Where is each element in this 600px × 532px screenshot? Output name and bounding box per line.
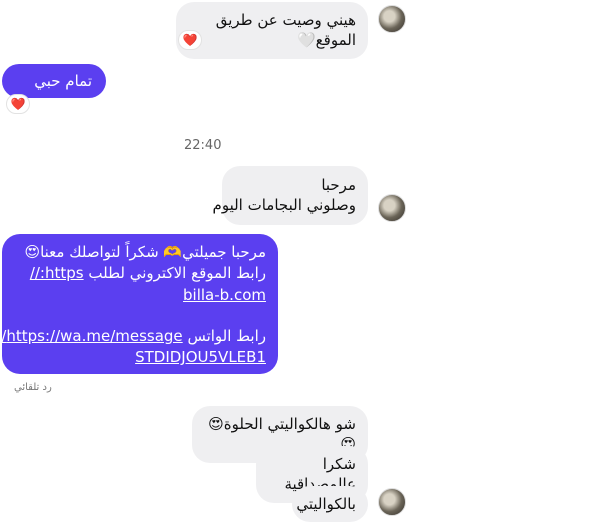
message-text: تمام حبي	[34, 72, 92, 90]
website-link[interactable]: billa-b.com	[14, 285, 266, 306]
message-line: مرحبا جميلتي🫶 شكراً لتواصلك معنا😍	[24, 243, 266, 261]
message-text: بالكواليتي	[296, 495, 356, 513]
message-line: مرحبا	[321, 176, 356, 194]
avatar[interactable]	[378, 194, 406, 222]
whatsapp-link[interactable]: https://wa.me/message/	[1, 327, 182, 345]
whatsapp-link[interactable]: STDIDJOU5VLEB1	[14, 347, 266, 368]
heart-reaction-icon[interactable]: ❤️	[178, 30, 202, 50]
incoming-message-bubble[interactable]: هيني وصيت عن طريق الموقع🤍	[176, 2, 368, 59]
avatar[interactable]	[378, 5, 406, 33]
message-timestamp: 22:40	[184, 138, 222, 153]
avatar[interactable]	[378, 488, 406, 516]
message-text: رابط الموقع الاكتروني لطلب	[88, 264, 266, 283]
heart-reaction-icon[interactable]: ❤️	[6, 94, 30, 114]
message-line: رابط الموقع الاكتروني لطلب https://	[14, 263, 266, 284]
auto-reply-label: رد تلقائي	[14, 382, 52, 393]
incoming-message-bubble[interactable]: بالكواليتي	[292, 486, 368, 523]
message-text: هيني وصيت عن طريق الموقع🤍	[215, 11, 356, 50]
incoming-message-bubble[interactable]: مرحبا وصلوني البجامات اليوم	[212, 166, 368, 225]
message-line: رابط الواتس https://wa.me/message/	[1, 326, 266, 347]
message-text: رابط الواتس	[187, 326, 266, 345]
outgoing-message-bubble[interactable]: تمام حبي	[2, 64, 106, 98]
message-line: وصلوني البجامات اليوم	[212, 196, 356, 215]
auto-reply-message-bubble[interactable]: مرحبا جميلتي🫶 شكراً لتواصلك معنا😍 رابط ا…	[1, 234, 278, 374]
website-link[interactable]: https://	[30, 264, 84, 282]
